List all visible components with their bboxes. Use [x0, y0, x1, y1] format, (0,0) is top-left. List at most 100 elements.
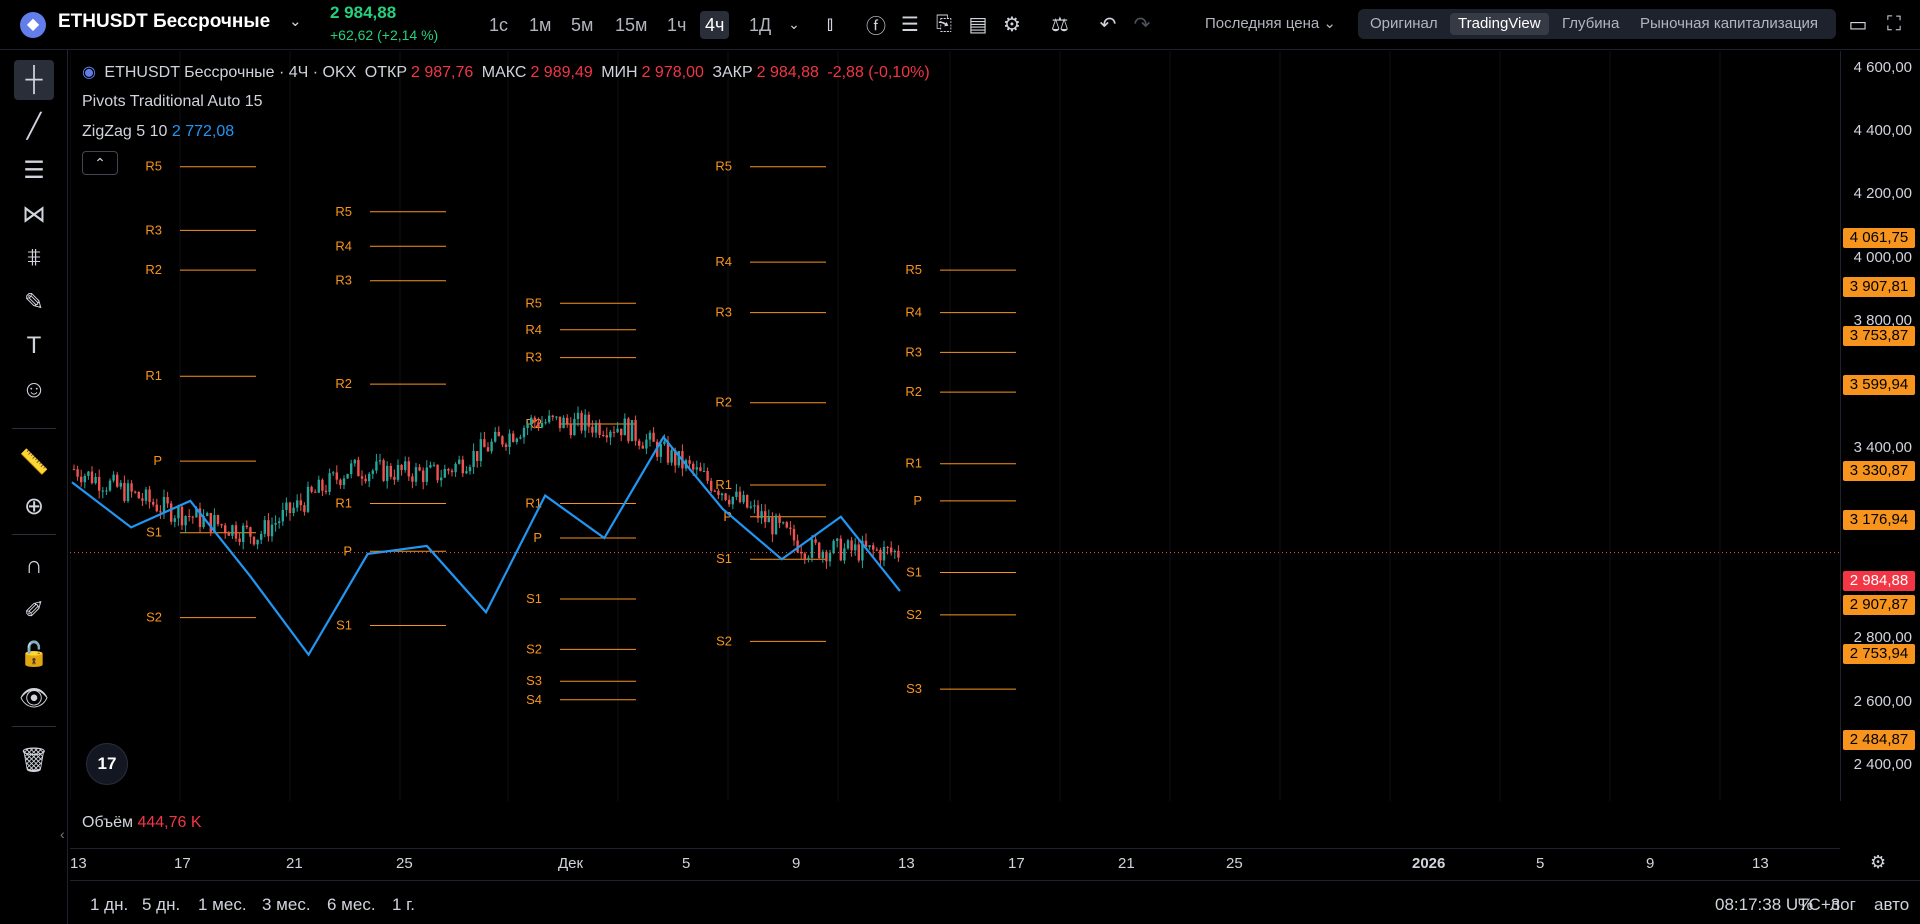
- price-tick: 2 400,00: [1853, 756, 1912, 773]
- eye-icon[interactable]: 👁: [14, 678, 54, 718]
- drawing-toolbar: ┼ ╱ ☰ ⋈ ⩨ ✎ T ☺ 📏 ⊕ ∩ ✐ 🔓 👁 🗑 ‹: [0, 50, 68, 924]
- time-axis[interactable]: 13 17 21 25 Дек 5 9 13 17 21 25 2026 5 9…: [70, 848, 1840, 878]
- candle-body: [670, 450, 673, 463]
- zigzag-line: [71, 435, 901, 657]
- candle-body: [328, 473, 331, 492]
- tradingview-logo[interactable]: 17: [86, 743, 128, 785]
- layout-icon[interactable]: ▭: [1844, 10, 1872, 38]
- pattern-icon[interactable]: ⋈: [14, 194, 54, 234]
- price-axis[interactable]: 4 600,00 4 400,00 4 200,00 4 000,00 3 80…: [1840, 51, 1920, 801]
- alert-icon[interactable]: ⎘: [930, 10, 958, 38]
- candle-body: [879, 550, 882, 561]
- view-original[interactable]: Оригинал: [1362, 13, 1446, 35]
- pivot-label: S1: [906, 564, 922, 579]
- emoji-icon[interactable]: ☺: [14, 370, 54, 410]
- log-toggle[interactable]: лог: [1830, 895, 1856, 915]
- fullscreen-icon[interactable]: ⛶: [1880, 10, 1908, 38]
- trash-icon[interactable]: 🗑: [14, 740, 54, 780]
- axis-settings-icon[interactable]: ⚙: [1870, 852, 1886, 873]
- tf-1h[interactable]: 1ч: [662, 11, 691, 39]
- range-5d[interactable]: 5 дн.: [142, 895, 180, 915]
- trendline-icon[interactable]: ╱: [14, 106, 54, 146]
- legend-open: 2 987,76: [411, 64, 474, 81]
- tf-1d[interactable]: 1Д: [744, 11, 776, 39]
- candle-body: [411, 476, 414, 482]
- time-tick: 25: [396, 855, 413, 872]
- tf-1s[interactable]: 1с: [484, 11, 513, 39]
- price-tick: 4 400,00: [1853, 122, 1912, 139]
- candle-body: [537, 422, 540, 428]
- tf-15m[interactable]: 15м: [610, 11, 652, 39]
- candle-body: [735, 491, 738, 497]
- price-type-select[interactable]: Последняя цена ⌄: [1205, 14, 1336, 32]
- auto-toggle[interactable]: авто: [1874, 895, 1909, 915]
- candle-body: [263, 520, 266, 534]
- symbol-title[interactable]: ETHUSDT Бессрочные: [58, 11, 270, 33]
- candle-body: [378, 460, 382, 462]
- templates-icon[interactable]: ▤: [964, 10, 992, 38]
- candles-icon[interactable]: ⫾: [816, 10, 844, 38]
- candle-body: [702, 470, 706, 472]
- range-1m[interactable]: 1 мес.: [198, 895, 247, 915]
- timeframe-chevron-icon[interactable]: ⌄: [780, 10, 808, 38]
- pivot-label: R5: [715, 159, 732, 174]
- chevron-down-icon[interactable]: ⌄: [289, 12, 302, 30]
- pivot-label: P: [153, 453, 162, 468]
- price-chart[interactable]: R5 R3 R2 R1 P S1 S2 R5 R4 R3 R2 R1 P S1 R5 R4 R3 R2 R1 P S1 S…: [70, 51, 1840, 801]
- range-3m[interactable]: 3 мес.: [262, 895, 311, 915]
- range-1y[interactable]: 1 г.: [392, 895, 415, 915]
- range-1d[interactable]: 1 дн.: [90, 895, 128, 915]
- indicators-icon[interactable]: ⓕ: [862, 10, 890, 38]
- ruler-icon[interactable]: 📏: [14, 442, 54, 482]
- zigzag-indicator-label[interactable]: ZigZag 5 10 2 772,08: [82, 123, 234, 141]
- tf-1m[interactable]: 1м: [524, 11, 556, 39]
- pivot-label: P: [913, 493, 922, 508]
- candle-body: [206, 512, 209, 517]
- pivot-label: S2: [146, 610, 162, 625]
- candle-body: [587, 414, 590, 427]
- percent-toggle[interactable]: %: [1798, 895, 1813, 915]
- crosshair-icon[interactable]: ┼: [14, 60, 54, 100]
- candle-body: [645, 439, 648, 449]
- candle-body: [180, 506, 184, 526]
- zoom-icon[interactable]: ⊕: [14, 486, 54, 526]
- collapse-legend-button[interactable]: ⌃: [82, 151, 118, 175]
- candle-body: [216, 515, 220, 525]
- tf-4h[interactable]: 4ч: [700, 11, 730, 39]
- candle-body: [285, 502, 288, 510]
- collapse-left-icon[interactable]: ‹: [60, 826, 65, 842]
- brush-icon[interactable]: ✎: [14, 282, 54, 322]
- compare-icon[interactable]: ⚖: [1046, 10, 1074, 38]
- range-6m[interactable]: 6 мес.: [327, 895, 376, 915]
- pivot-price-label: 2 484,87: [1843, 730, 1915, 750]
- candle-body: [144, 489, 148, 501]
- candle-body: [616, 428, 619, 433]
- view-depth[interactable]: Глубина: [1554, 13, 1627, 35]
- fib-icon[interactable]: ⩨: [14, 238, 54, 278]
- clock[interactable]: 08:17:38 UTC+3: [1715, 895, 1840, 915]
- view-market-cap[interactable]: Рыночная капитализация: [1632, 13, 1826, 35]
- candle-body: [609, 431, 612, 438]
- pivot-label: P: [343, 543, 352, 558]
- candle-body: [803, 553, 806, 560]
- candle-body: [746, 494, 749, 508]
- horizontal-lines-icon[interactable]: ☰: [14, 150, 54, 190]
- candle-body: [227, 532, 230, 536]
- text-icon[interactable]: T: [14, 326, 54, 366]
- candle-body: [504, 444, 508, 447]
- candle-body: [897, 550, 900, 558]
- gear-icon[interactable]: ⚙: [998, 10, 1026, 38]
- pivots-indicator-label[interactable]: Pivots Traditional Auto 15: [82, 93, 263, 111]
- pivot-price-label: 3 330,87: [1843, 461, 1915, 481]
- redo-icon[interactable]: ↷: [1128, 10, 1156, 38]
- magnet-icon[interactable]: ∩: [14, 546, 54, 586]
- list-icon[interactable]: ☰: [896, 10, 924, 38]
- unlock-icon[interactable]: 🔓: [14, 634, 54, 674]
- lock-drawing-icon[interactable]: ✐: [14, 590, 54, 630]
- view-tradingview[interactable]: TradingView: [1450, 13, 1549, 35]
- time-tick: 21: [286, 855, 303, 872]
- candle-body: [292, 507, 295, 514]
- tf-5m[interactable]: 5м: [566, 11, 598, 39]
- candle-body: [80, 476, 83, 483]
- undo-icon[interactable]: ↶: [1094, 10, 1122, 38]
